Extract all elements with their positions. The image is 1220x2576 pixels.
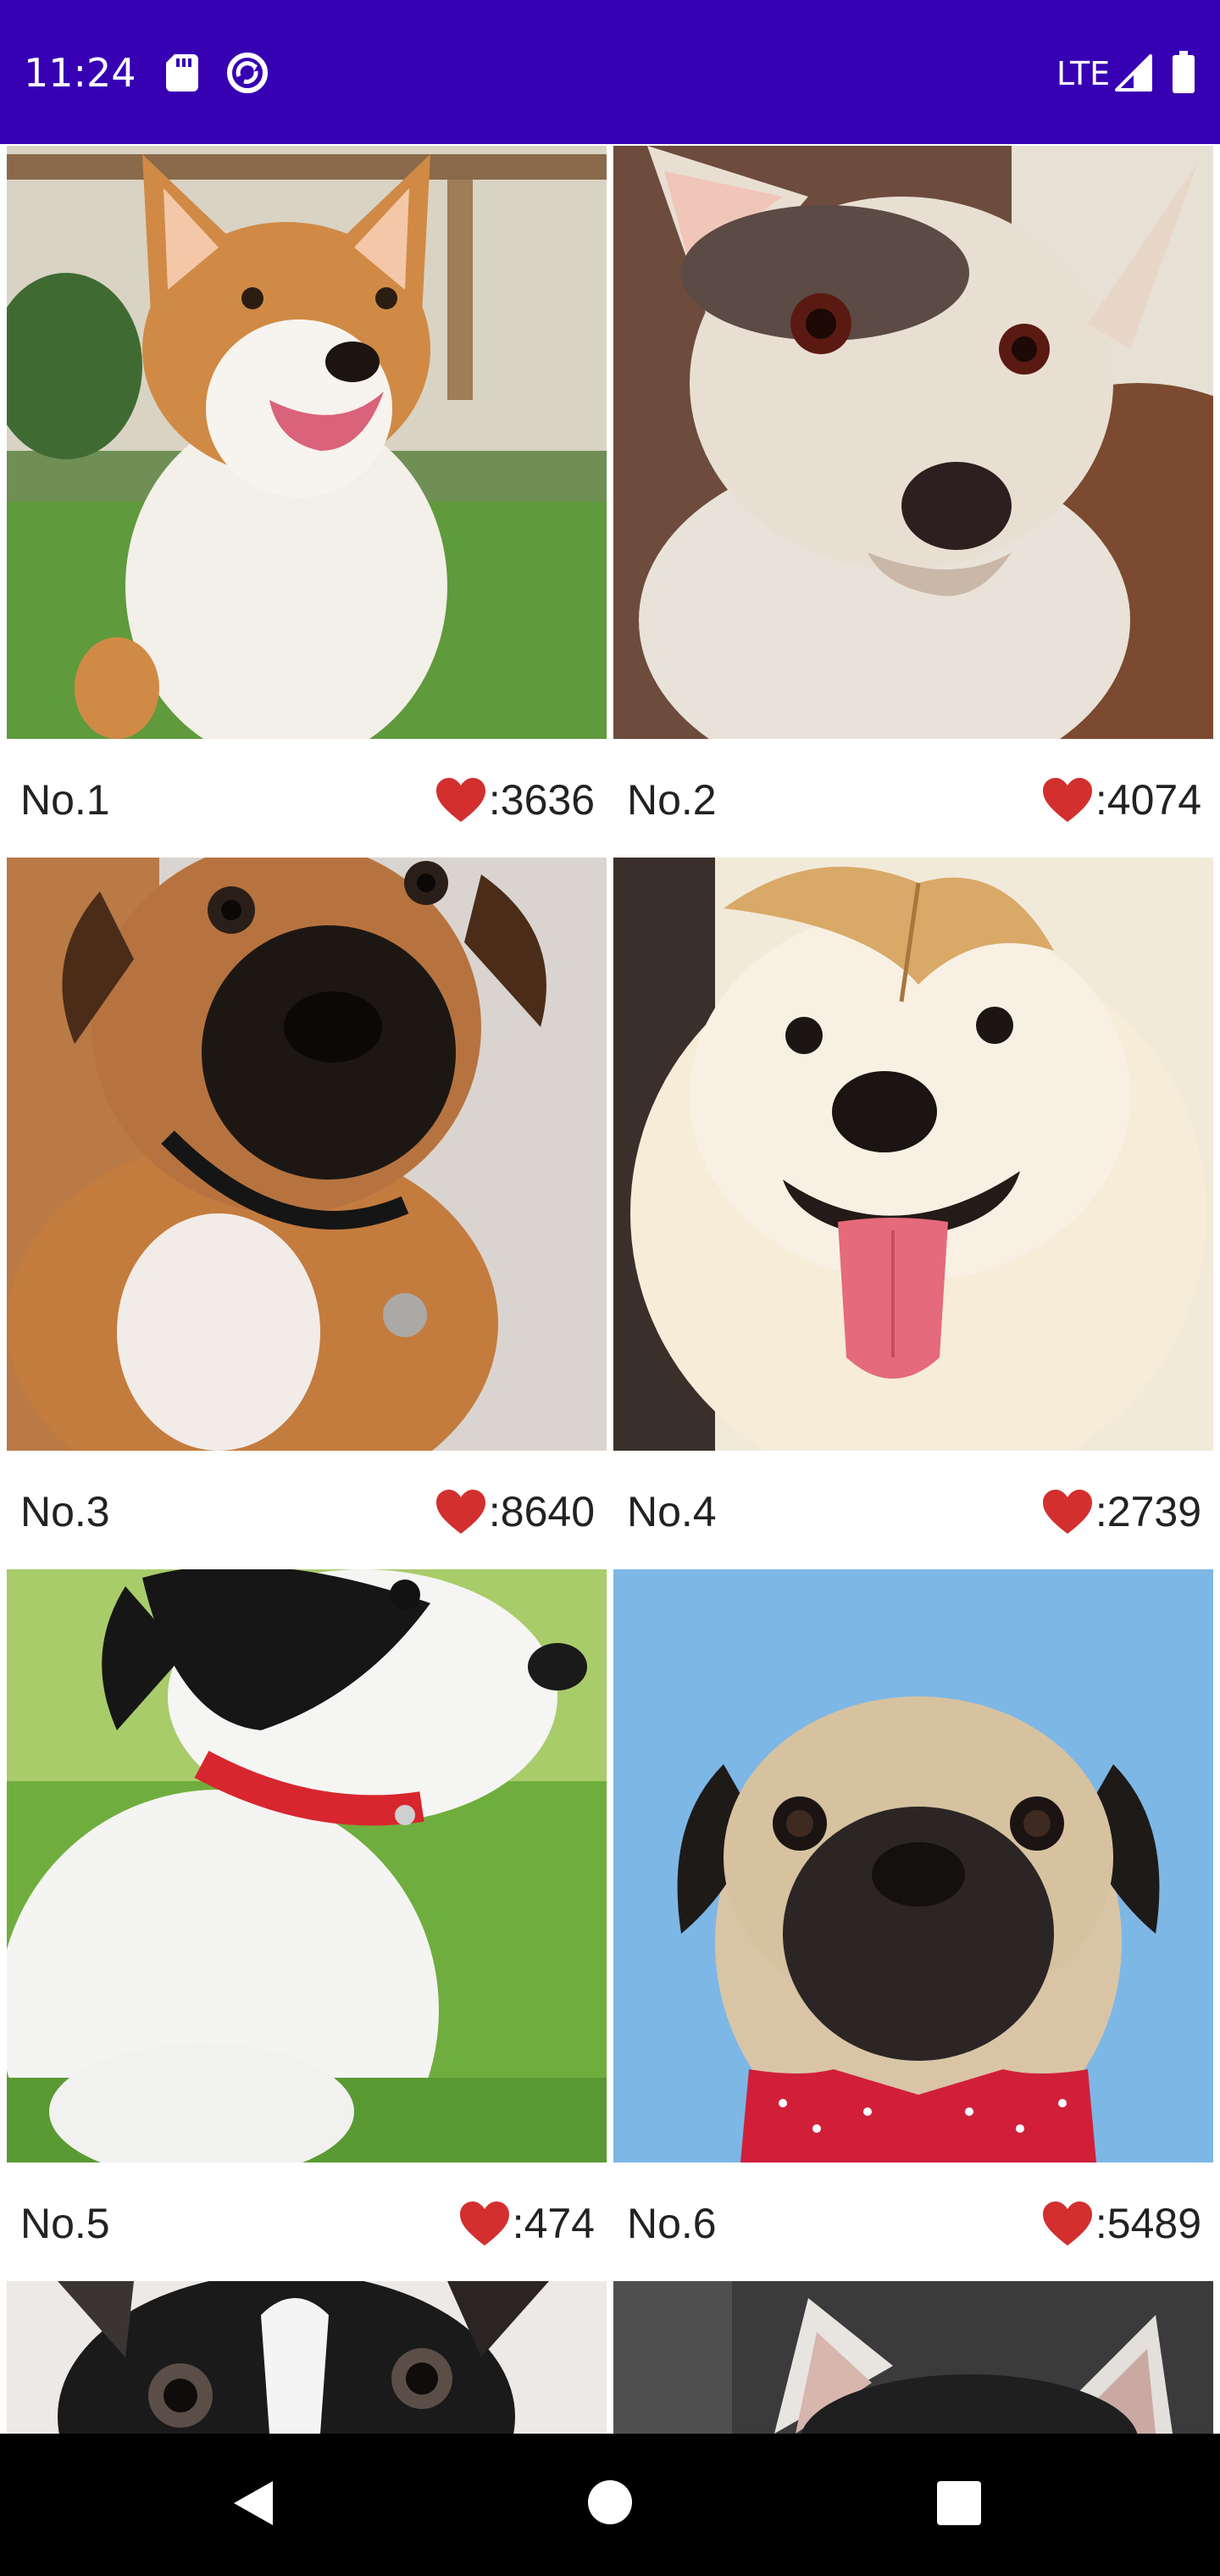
battery-icon <box>1173 51 1195 93</box>
sync-icon <box>227 53 268 93</box>
dog-photo-boston-terrier[interactable] <box>7 2281 607 2434</box>
dog-card[interactable]: No.3 :8640 <box>7 858 607 1569</box>
like-count[interactable]: :4074 <box>1041 774 1201 825</box>
samoyed-image <box>613 858 1213 1451</box>
signal-icon <box>1115 54 1152 92</box>
dog-number: No.1 <box>20 776 110 824</box>
dog-photo-husky[interactable] <box>613 2281 1213 2434</box>
card-caption: No.3 :8640 <box>7 1451 607 1569</box>
like-count[interactable]: :5489 <box>1041 2198 1201 2249</box>
sd-card-icon <box>166 54 198 92</box>
dog-photo-chihuahua[interactable] <box>613 146 1213 739</box>
like-value: :3636 <box>488 776 595 824</box>
dog-number: No.5 <box>20 2200 110 2247</box>
heart-icon <box>435 1490 485 1534</box>
dog-card[interactable]: No.4 :2739 <box>613 858 1213 1569</box>
heart-icon <box>1042 778 1092 822</box>
dog-card[interactable]: No.2 :4074 <box>613 146 1213 858</box>
card-caption: No.5 :474 <box>7 2162 607 2281</box>
heart-icon <box>459 2201 509 2246</box>
dog-photo-grid[interactable]: No.1 :3636 No.2:4074 No.3:8640 No.4:2… <box>0 144 1220 2434</box>
back-icon[interactable] <box>230 2479 274 2527</box>
heart-icon <box>1042 1490 1092 1534</box>
like-value: :8640 <box>488 1488 595 1535</box>
dog-card[interactable] <box>613 2281 1213 2434</box>
card-caption: No.1 :3636 <box>7 739 607 858</box>
dog-photo-pug[interactable] <box>613 1569 1213 2162</box>
dog-photo-bw-puppy[interactable] <box>7 1569 607 2162</box>
heart-icon <box>1042 2201 1092 2246</box>
dog-number: No.3 <box>20 1488 110 1535</box>
like-count[interactable]: :474 <box>458 2198 595 2249</box>
dog-card[interactable] <box>7 2281 607 2434</box>
recents-icon[interactable] <box>937 2481 981 2525</box>
like-count[interactable]: :2739 <box>1041 1486 1201 1537</box>
card-caption: No.4 :2739 <box>613 1451 1213 1569</box>
status-time: 11:24 <box>24 50 136 96</box>
pug-image <box>613 1569 1213 2162</box>
dog-card[interactable]: No.1 :3636 <box>7 146 607 858</box>
network-type: LTE <box>1056 55 1111 92</box>
like-value: :5489 <box>1095 2200 1201 2247</box>
like-value: :4074 <box>1095 776 1201 824</box>
dog-photo-samoyed[interactable] <box>613 858 1213 1451</box>
dog-photo-brown-puppy[interactable] <box>7 858 607 1451</box>
dog-number: No.4 <box>627 1488 717 1535</box>
heart-icon <box>435 778 485 822</box>
husky-image <box>613 2281 1213 2434</box>
like-value: :2739 <box>1095 1488 1201 1535</box>
chihuahua-image <box>613 146 1213 739</box>
like-count[interactable]: :8640 <box>435 1486 595 1537</box>
dog-card[interactable]: No.6 :5489 <box>613 1569 1213 2281</box>
dog-card[interactable]: No.5 :474 <box>7 1569 607 2281</box>
dog-number: No.2 <box>627 776 717 824</box>
boston-terrier-image <box>7 2281 607 2434</box>
bw-puppy-image <box>7 1569 607 2162</box>
status-bar: 11:24 LTE <box>0 0 1220 144</box>
corgi-image <box>7 146 607 739</box>
card-caption: No.2 :4074 <box>613 739 1213 858</box>
card-caption: No.6 :5489 <box>613 2162 1213 2281</box>
like-value: :474 <box>512 2200 595 2247</box>
brown-puppy-image <box>7 858 607 1451</box>
home-icon[interactable] <box>587 2479 633 2525</box>
dog-photo-corgi[interactable] <box>7 146 607 739</box>
like-count[interactable]: :3636 <box>435 774 595 825</box>
navigation-bar <box>0 2434 1220 2576</box>
dog-number: No.6 <box>627 2200 717 2247</box>
